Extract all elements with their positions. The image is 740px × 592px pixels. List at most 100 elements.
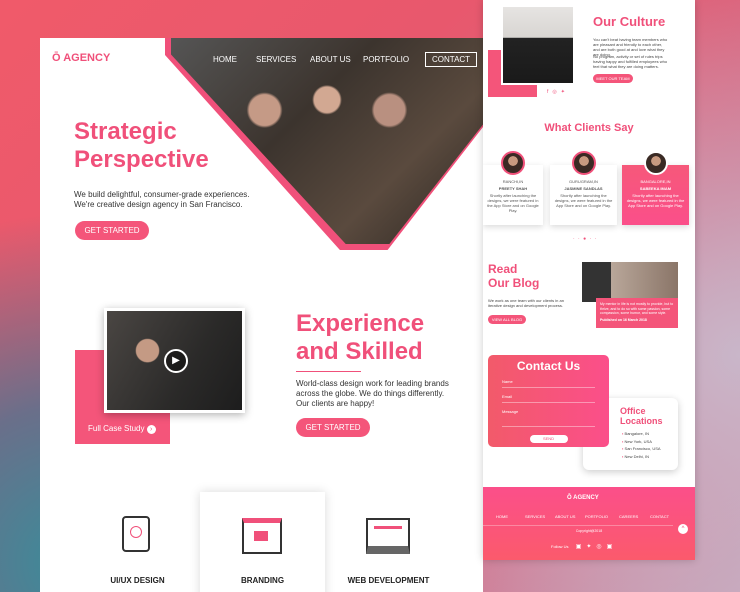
web-development-icon (366, 518, 410, 554)
divider (296, 371, 361, 372)
client-card-active: BANGALORE,IN SABEEKA IMAM Shortly after la… (622, 151, 689, 225)
hero-text: We build delightful, consumer-grade expe… (74, 190, 250, 210)
footer-nav-services[interactable]: SERVICES (525, 514, 545, 519)
office-item: ▪ Bangalore, IN (622, 431, 649, 436)
office-name: New York, USA (624, 438, 652, 444)
blog-post-excerpt: My mentor in life is not mostly to provi… (600, 302, 674, 315)
view-all-blog-button[interactable]: VIEW ALL BLOG (488, 315, 526, 324)
office-name: San Francisco, USA (624, 446, 661, 451)
office-item: ▪ New York, USA (622, 438, 652, 444)
client-card: GURUGRAM,IN JASMINE SANDLAS Shortly after … (550, 151, 617, 225)
social-icons[interactable]: f◎✦ (547, 89, 569, 95)
experience-text-line: across the globe. We do things different… (296, 389, 445, 398)
experience-text-line: Our clients are happy! (296, 399, 375, 408)
blog-title-line: Our Blog (488, 276, 540, 290)
office-title-line: Office (620, 406, 646, 416)
service-branding: BRANDING (240, 576, 285, 585)
blog-post-date: Published on 16 March 2018 (600, 317, 647, 322)
client-name: JASMINE SANDLAS (564, 186, 603, 191)
hero-text-line: We build delightful, consumer-grade expe… (74, 190, 250, 199)
client-card: RANCHI,IN PREETY SHAH Shortly after launch… (483, 151, 543, 225)
office-name: Bangalore, IN (624, 431, 649, 436)
footer-logo[interactable]: Ō AGENCY (567, 495, 599, 501)
message-field[interactable]: Message (502, 409, 595, 427)
client-avatar (501, 151, 525, 175)
culture-title: Our Culture (593, 14, 666, 29)
nav-portfolio[interactable]: PORTFOLIO (363, 55, 409, 64)
client-avatar (571, 151, 596, 175)
nav-about[interactable]: ABOUT US (310, 55, 351, 64)
full-case-study-link[interactable]: Full Case Study › (88, 424, 156, 434)
follow-label: Follow Us (551, 544, 569, 549)
culture-text-2: No program, activity or set of rules tri… (593, 54, 668, 69)
footer-nav-portfolio[interactable]: PORTFOLIO (585, 514, 608, 519)
client-quote: Shortly after launching the designs, we … (487, 193, 539, 213)
client-city: BANGALORE,IN (640, 179, 671, 184)
culture-photo (501, 5, 575, 85)
hero-title: Strategic Perspective (74, 118, 209, 174)
experience-text-line: World-class design work for leading bran… (296, 379, 449, 388)
facebook-icon[interactable]: ▣ (576, 544, 587, 550)
contact-title: Contact Us (516, 359, 581, 373)
blog-photo (582, 262, 678, 302)
hero-title-line: Perspective (74, 146, 209, 173)
play-icon[interactable]: ▶ (164, 349, 188, 373)
video-thumbnail[interactable]: ▶ (104, 308, 245, 413)
client-city: RANCHI,IN (502, 179, 524, 184)
landing-page-left: Ō AGENCY HOME SERVICES ABOUT US PORTFOLI… (40, 38, 483, 592)
instagram-icon[interactable]: ◎ (596, 544, 606, 550)
blog-title: Read Our Blog (488, 262, 539, 290)
blog-text: We work as one team with our clients in … (488, 298, 564, 308)
hero-title-line: Strategic (74, 118, 177, 145)
mobile-design-icon (122, 516, 150, 552)
name-field[interactable]: Name (502, 379, 595, 388)
contact-form: Contact Us Name Email Message SEND (488, 355, 609, 447)
client-avatar (643, 151, 668, 175)
linkedin-icon[interactable]: ▣ (607, 544, 618, 550)
office-item: ▪ San Francisco, USA (622, 446, 661, 451)
nav-contact-button[interactable]: CONTACT (425, 52, 478, 67)
office-list: ▪ Bangalore, IN ▪ New York, USA ▪ San Fr… (622, 430, 678, 460)
footer-nav-contact[interactable]: CONTACT (650, 514, 669, 519)
case-study-label: Full Case Study (88, 424, 145, 433)
client-quote: Shortly after launching the designs, we … (554, 193, 613, 208)
experience-title-line: and Skilled (296, 338, 423, 365)
experience-title-line: Experience (296, 310, 425, 337)
blog-post-card[interactable]: My mentor in life is not mostly to provi… (596, 298, 678, 328)
footer-nav-about[interactable]: ABOUT US (555, 514, 575, 519)
blog-title-line: Read (488, 262, 518, 276)
nav-home[interactable]: HOME (213, 55, 237, 64)
twitter-icon[interactable]: ✦ (561, 89, 569, 95)
footer-nav-careers[interactable]: CAREERS (619, 514, 638, 519)
office-title-line: Locations (620, 416, 663, 426)
carousel-dots[interactable]: · · ● · · (573, 236, 597, 242)
footer-nav-home[interactable]: HOME (496, 514, 508, 519)
logo-icon: Ō (52, 52, 64, 64)
experience-text: World-class design work for leading bran… (296, 379, 449, 409)
scroll-top-icon[interactable]: ^ (678, 524, 688, 534)
experience-get-started-button[interactable]: GET STARTED (296, 418, 370, 437)
footer-divider (483, 525, 673, 526)
experience-title: Experience and Skilled (296, 310, 424, 366)
hero-photo (171, 38, 483, 244)
hero-get-started-button[interactable]: GET STARTED (75, 221, 149, 240)
client-quote: Shortly after launching the designs, we … (626, 193, 685, 208)
follow-us: Follow Us ▣✦◎▣ (551, 543, 617, 550)
logo-text: AGENCY (63, 52, 111, 64)
twitter-icon[interactable]: ✦ (586, 544, 596, 550)
branding-icon (242, 518, 282, 554)
client-city: GURUGRAM,IN (569, 179, 598, 184)
nav-services[interactable]: SERVICES (256, 55, 296, 64)
arrow-right-icon: › (146, 425, 156, 434)
meet-team-button[interactable]: MEET OUR TEAM (593, 74, 633, 83)
office-item: ▪ New Delhi, IN (622, 453, 649, 459)
client-name: PREETY SHAH (498, 186, 528, 191)
client-name: SABEEKA IMAM (639, 186, 672, 191)
service-uiux: UI/UX DESIGN (110, 576, 165, 585)
office-name: New Delhi, IN (624, 453, 649, 459)
logo[interactable]: Ō AGENCY (52, 52, 110, 64)
send-button[interactable]: SEND (529, 435, 568, 443)
landing-page-right: f◎✦ Our Culture You can't beat having te… (483, 0, 695, 560)
email-field[interactable]: Email (502, 394, 595, 403)
instagram-icon[interactable]: ◎ (552, 89, 560, 95)
